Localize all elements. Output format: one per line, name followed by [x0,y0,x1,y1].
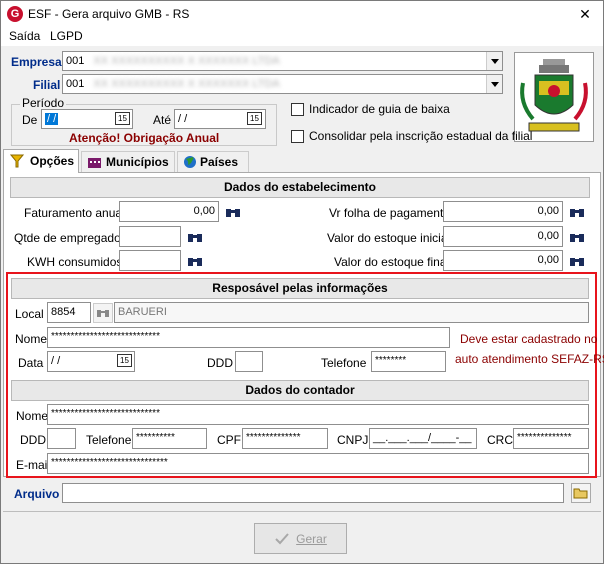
binoculars-icon[interactable] [567,251,587,271]
de-date-value: / / [45,113,59,125]
empregados-input[interactable] [119,226,181,247]
binoculars-icon[interactable] [185,227,205,247]
contador-telefone-label: Telefone [86,433,132,447]
contador-email-label: E-mail [16,458,51,472]
contador-ddd-input[interactable] [47,428,76,449]
folder-open-icon[interactable] [571,483,591,503]
kwh-input[interactable] [119,250,181,271]
title-bar: G ESF - Gera arquivo GMB - RS ✕ [1,1,603,27]
chevron-down-icon[interactable] [486,52,502,70]
tab-opcoes-label: Opções [30,154,75,168]
city-icon [88,158,101,168]
contador-cpf-label: CPF [217,433,241,447]
arquivo-label: Arquivo [14,487,60,501]
calendar-icon[interactable]: 15 [117,354,132,367]
guia-checkbox[interactable] [291,103,304,116]
resp-ddd-input[interactable] [235,351,263,372]
resp-nome-label: Nome [15,332,48,346]
estoque-final-label: Valor do estoque final [334,255,450,269]
kwh-label: KWH consumidos [27,255,123,269]
filial-code: 001 [66,78,85,90]
menu-item-lgpd[interactable]: LGPD [50,29,83,43]
local-name-field: BARUERI [114,302,589,323]
section-responsavel: Resposável pelas informações [11,278,589,299]
contador-cnpj-input[interactable]: __.___.___/____-__ [369,428,477,449]
chevron-down-icon[interactable] [486,75,502,93]
note-line-1: Deve estar cadastrado no [460,332,598,346]
calendar-icon[interactable]: 15 [115,112,130,125]
contador-ddd-label: DDD [20,433,46,447]
calendar-icon[interactable]: 15 [247,112,262,125]
filter-icon [10,154,24,168]
faturamento-label: Faturamento anual [24,206,125,220]
folha-input[interactable]: 0,00 [443,201,563,222]
main-window: G ESF - Gera arquivo GMB - RS ✕ Saída LG… [0,0,604,564]
binoculars-icon[interactable] [185,251,205,271]
faturamento-input[interactable]: 0,00 [119,201,219,222]
note-line-2: auto atendimento SEFAZ-RS [455,352,604,366]
resp-telefone-label: Telefone [321,356,367,370]
filial-combo[interactable]: 001 XX XXXXXXXXXX X XXXXXXX LTDA [62,74,503,94]
globe-icon [184,156,196,168]
filial-label: Filial [33,78,61,92]
app-logo-icon: G [7,6,23,22]
gerar-label: Gerar [296,531,327,546]
empresa-combo[interactable]: 001 XX XXXXXXXXXX X XXXXXXX LTDA [62,51,503,71]
close-button[interactable]: ✕ [569,3,601,25]
ate-date-value: / / [178,113,188,125]
tab-paises[interactable]: Países [177,151,249,172]
contador-nome-input[interactable]: **************************** [47,404,589,425]
empresa-name: XX XXXXXXXXXX X XXXXXXX LTDA [93,55,280,67]
section-estabelecimento: Dados do estabelecimento [10,177,590,198]
contador-cpf-input[interactable]: ************** [242,428,328,449]
resp-ddd-label: DDD [207,356,233,370]
local-code-input[interactable]: 8854 [47,302,91,323]
tab-municipios-label: Municípios [106,155,169,169]
tab-opcoes[interactable]: Opções [3,149,79,173]
folha-label: Vr folha de pagamento [329,206,450,220]
contador-telefone-input[interactable]: ********** [132,428,207,449]
ate-label: Até [153,113,172,127]
resp-data-label: Data [18,356,44,370]
consolidar-checkbox[interactable] [291,130,304,143]
binoculars-icon[interactable] [567,202,587,222]
guia-label: Indicador de guia de baixa [309,102,450,116]
empresa-code: 001 [66,55,85,67]
menu-bar: Saída LGPD [1,27,603,46]
empregados-label: Qtde de empregados [14,231,127,245]
window-title: ESF - Gera arquivo GMB - RS [28,7,190,21]
tab-paises-label: Países [200,155,239,169]
menu-item-saida[interactable]: Saída [9,29,40,43]
contador-cnpj-label: CNPJ [337,433,369,447]
contador-email-input[interactable]: ****************************** [47,453,589,474]
estoque-final-input[interactable]: 0,00 [443,250,563,271]
resp-telefone-input[interactable]: ******** [371,351,446,372]
tab-municipios[interactable]: Municípios [81,151,175,172]
estoque-inicial-input[interactable]: 0,00 [443,226,563,247]
binoculars-icon[interactable] [223,202,243,222]
de-label: De [22,113,38,127]
gerar-button[interactable]: Gerar [254,523,347,554]
periodo-label: Período [20,96,67,110]
binoculars-icon[interactable] [567,227,587,247]
empresa-label: Empresa [11,55,62,69]
contador-crc-label: CRC [487,433,513,447]
section-contador: Dados do contador [11,380,589,401]
contador-crc-input[interactable]: ************** [513,428,589,449]
arquivo-input[interactable] [62,483,564,503]
filial-name: XX XXXXXXXXXX X XXXXXXX LTDA [93,78,280,90]
resp-nome-input[interactable]: **************************** [47,327,450,348]
consolidar-label: Consolidar pela inscrição estadual da fi… [309,129,533,143]
binoculars-icon[interactable] [93,303,113,323]
footer-divider [3,511,601,512]
check-icon [275,532,289,544]
contador-nome-label: Nome [16,409,49,423]
warning-text: Atenção! Obrigação Anual [69,131,220,145]
estoque-inicial-label: Valor do estoque inicial [327,231,451,245]
local-label: Local [15,307,44,321]
